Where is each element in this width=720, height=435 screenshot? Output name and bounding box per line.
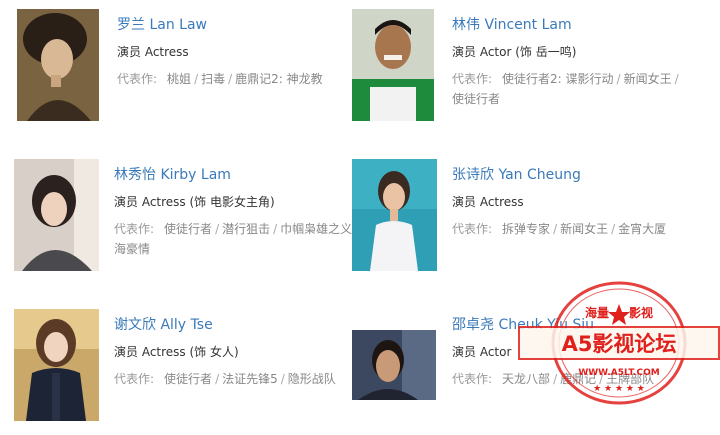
stamp-top-left-text: 海量	[585, 305, 609, 320]
work-link[interactable]: 潜行狙击	[222, 222, 270, 236]
actor-photo[interactable]	[14, 309, 99, 421]
cast-card: 林秀怡 Kirby Lam 演员 Actress (饰 电影女主角) 代表作: 使…	[14, 159, 359, 279]
actor-photo[interactable]	[352, 330, 436, 400]
star-icon	[608, 304, 630, 325]
work-link[interactable]: 扫毒	[201, 72, 225, 86]
cast-card: 林伟 Vincent Lam 演员 Actor (饰 岳一鸣) 代表作: 使徒行者…	[352, 9, 697, 129]
actor-name-link[interactable]: 谢文欣 Ally Tse	[114, 315, 354, 335]
works-label: 代表作:	[452, 372, 493, 386]
representative-works: 代表作: 桃姐 / 扫毒 / 鹿鼎记2: 神龙教	[117, 72, 323, 86]
stamp-url: WWW.A5LT.COM	[578, 368, 659, 378]
representative-works: 代表作: 使徒行者 / 潜行狙击 / 巾帼枭雄之义海豪情	[114, 222, 353, 256]
actor-role: 演员 Actor (饰 岳一鸣)	[452, 45, 577, 59]
stamp-title: A5影视论坛	[562, 332, 677, 356]
actor-photo[interactable]	[14, 159, 99, 271]
work-link[interactable]: 法证先锋5	[222, 372, 278, 386]
actor-name-link[interactable]: 张诗欣 Yan Cheung	[452, 165, 692, 185]
works-label: 代表作:	[114, 372, 155, 386]
representative-works: 代表作: 使徒行者2: 谍影行动 / 新闻女王/使徒行者	[452, 72, 679, 106]
works-label: 代表作:	[452, 222, 493, 236]
works-label: 代表作:	[117, 72, 158, 86]
representative-works: 代表作: 使徒行者 / 法证先锋5/隐形战队	[114, 372, 336, 386]
work-link[interactable]: 使徒行者	[452, 92, 500, 106]
work-link[interactable]: 新闻女王	[624, 72, 672, 86]
work-link[interactable]: 新闻女王	[560, 222, 608, 236]
actor-name-link[interactable]: 罗兰 Lan Law	[117, 15, 357, 35]
actor-name-link[interactable]: 林伟 Vincent Lam	[452, 15, 692, 35]
stamp-top-right-text: 影视	[629, 305, 653, 320]
works-label: 代表作:	[114, 222, 155, 236]
works-label: 代表作:	[452, 72, 493, 86]
actor-name-link[interactable]: 林秀怡 Kirby Lam	[114, 165, 354, 185]
actor-photo[interactable]	[352, 159, 437, 271]
actor-role: 演员 Actress	[452, 195, 524, 209]
work-link[interactable]: 使徒行者	[164, 372, 212, 386]
cast-card: 张诗欣 Yan Cheung 演员 Actress 代表作: 拆弹专家 / 新闻女王 /…	[352, 159, 697, 279]
cast-card: 谢文欣 Ally Tse 演员 Actress (饰 女人) 代表作: 使徒行者 /…	[14, 309, 359, 429]
actor-role: 演员 Actress	[117, 45, 189, 59]
actor-role: 演员 Actress (饰 女人)	[114, 345, 239, 359]
actor-role: 演员 Actress (饰 电影女主角)	[114, 195, 275, 209]
work-link[interactable]: 使徒行者2: 谍影行动	[502, 72, 614, 86]
cast-card: 罗兰 Lan Law 演员 Actress 代表作: 桃姐 / 扫毒 / 鹿鼎记2: 神龙…	[17, 9, 362, 129]
stamp-stars: ★ ★ ★ ★ ★	[593, 384, 645, 394]
representative-works: 代表作: 拆弹专家 / 新闻女王 / 金宵大厦	[452, 222, 667, 236]
work-link[interactable]: 使徒行者	[164, 222, 212, 236]
work-link[interactable]: 鹿鼎记2: 神龙教	[235, 72, 323, 86]
actor-photo[interactable]	[17, 9, 99, 121]
work-link[interactable]: 拆弹专家	[502, 222, 550, 236]
work-link[interactable]: 桃姐	[167, 72, 191, 86]
work-link[interactable]: 金宵大厦	[618, 222, 666, 236]
watermark-stamp: 海量 影视 A5影视论坛 WWW.A5LT.COM ★ ★ ★ ★ ★	[513, 275, 720, 405]
actor-photo[interactable]	[352, 9, 434, 121]
work-link[interactable]: 隐形战队	[288, 372, 336, 386]
